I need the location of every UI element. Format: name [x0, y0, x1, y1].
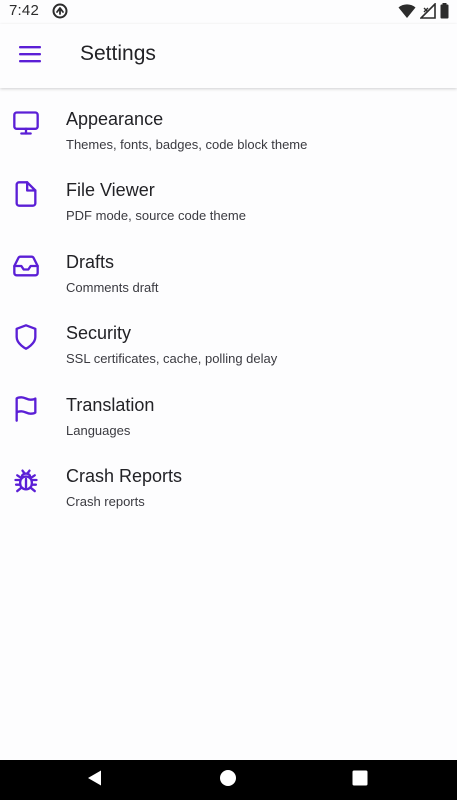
settings-list: Appearance Themes, fonts, badges, code b…	[0, 89, 457, 517]
hamburger-menu-icon	[18, 44, 42, 69]
page-title: Settings	[80, 42, 156, 65]
settings-screen: 7:42 Settings Appearance Themes, fonts, …	[0, 0, 457, 800]
inbox-icon	[12, 252, 40, 280]
settings-item-title: Appearance	[66, 109, 164, 129]
settings-item-title: Crash Reports	[66, 465, 183, 486]
settings-item-translation[interactable]: Translation Languages	[0, 375, 457, 446]
menu-button[interactable]	[10, 36, 50, 76]
settings-item-title: File Viewer	[66, 180, 155, 201]
flag-icon	[12, 395, 40, 423]
shield-icon	[12, 323, 40, 351]
file-icon	[12, 180, 40, 208]
monitor-icon	[12, 109, 40, 137]
settings-item-crash-reports[interactable]: Crash Reports Crash reports	[0, 446, 457, 517]
settings-item-file-viewer[interactable]: File Viewer PDF mode, source code theme	[0, 160, 457, 231]
app-bar: Settings	[0, 24, 457, 88]
settings-item-subtitle: Themes, fonts, badges, code block theme	[66, 137, 308, 152]
bug-icon	[12, 466, 40, 494]
settings-item-title: Drafts	[66, 251, 115, 272]
system-nav-bar	[0, 760, 457, 800]
home-icon	[219, 769, 237, 792]
wifi-icon	[398, 3, 416, 24]
settings-item-subtitle: SSL certificates, cache, polling delay	[66, 351, 278, 367]
settings-item-appearance[interactable]: Appearance Themes, fonts, badges, code b…	[0, 89, 457, 160]
settings-item-subtitle: PDF mode, source code theme	[66, 208, 246, 224]
status-time: 7:42	[9, 2, 39, 19]
settings-item-drafts[interactable]: Drafts Comments draft	[0, 232, 457, 303]
app-notification-icon	[52, 3, 68, 19]
cell-signal-icon	[419, 2, 436, 24]
nav-recents-button[interactable]	[330, 760, 390, 800]
settings-item-subtitle: Comments draft	[66, 279, 159, 295]
settings-item-security[interactable]: Security SSL certificates, cache, pollin…	[0, 303, 457, 374]
status-right	[398, 2, 449, 24]
settings-item-title: Translation	[66, 394, 155, 415]
settings-item-subtitle: Languages	[66, 422, 131, 438]
status-bar: 7:42	[0, 0, 457, 24]
settings-item-title: Security	[66, 323, 132, 344]
nav-home-button[interactable]	[198, 760, 258, 800]
battery-icon	[440, 3, 449, 24]
back-icon	[86, 769, 104, 792]
nav-back-button[interactable]	[65, 760, 125, 800]
settings-item-subtitle: Crash reports	[66, 493, 145, 509]
recents-icon	[351, 769, 369, 792]
